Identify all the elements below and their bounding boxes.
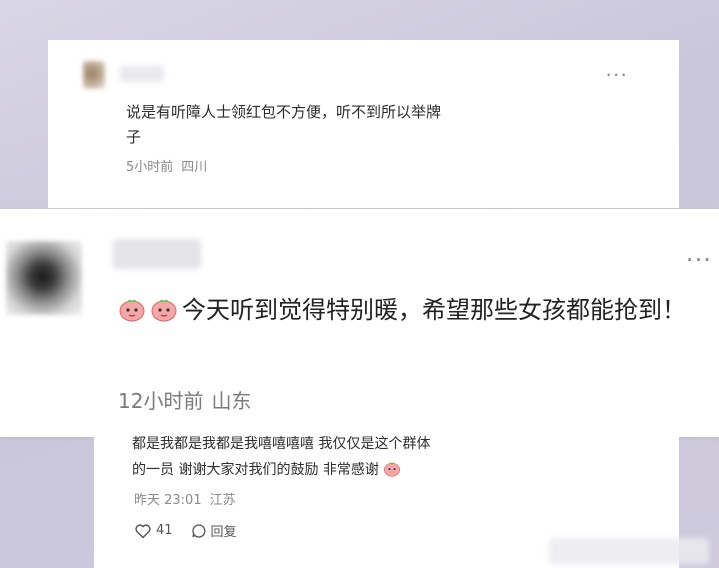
comment-time: 12小时前 <box>118 389 204 413</box>
reply-button[interactable]: 回复 <box>191 521 237 540</box>
comment-card-2: ··· 今天听到觉得特别暖，希望那些女孩都能抢到！ 12小时前 山东 <box>0 209 719 437</box>
reply-bubble-icon <box>191 523 205 538</box>
username-blurred[interactable] <box>113 239 201 269</box>
heart-icon <box>135 523 151 538</box>
comment-text: 的一员 谢谢大家对我们的鼓励 非常感谢 <box>132 462 379 478</box>
reply-label: 回复 <box>210 525 237 540</box>
comment-text: 说是有听障人士领红包不方便，听不到所以举牌子 <box>126 103 442 146</box>
like-count: 41 <box>156 523 173 538</box>
comment-location: 江苏 <box>209 493 236 508</box>
username-blurred[interactable] <box>120 66 164 82</box>
more-options-icon[interactable]: ··· <box>687 251 713 269</box>
avatar[interactable] <box>83 61 105 89</box>
comment-time: 5小时前 <box>126 160 174 175</box>
like-button[interactable]: 41 <box>134 523 173 539</box>
comment-actions: 41 回复 <box>134 521 255 540</box>
watermark-blurred <box>549 538 709 564</box>
comment-text-body: 今天听到觉得特别暖，希望那些女孩都能抢到！ <box>182 296 686 324</box>
comment-text-line-1: 都是我都是我都是我嘻嘻嘻嘻 我仅仅是这个群体 <box>132 436 431 452</box>
comment-time: 昨天 23:01 <box>134 493 202 508</box>
comment-location: 山东 <box>211 389 252 413</box>
peach-emoji-icon <box>384 462 401 477</box>
comment-text: 今天听到觉得特别暖，希望那些女孩都能抢到！ <box>118 291 716 329</box>
comment-card-1: ··· 说是有听障人士领红包不方便，听不到所以举牌子 5小时前 四川 <box>48 40 679 208</box>
comment-meta: 12小时前 山东 <box>118 385 259 414</box>
comment-text-line-2: 的一员 谢谢大家对我们的鼓励 非常感谢 <box>132 457 652 483</box>
avatar[interactable] <box>6 241 82 315</box>
more-options-icon[interactable]: ··· <box>606 68 629 82</box>
comment-location: 四川 <box>181 160 208 175</box>
comment-meta: 昨天 23:01 江苏 <box>134 489 244 508</box>
peach-emoji-icon <box>151 299 177 322</box>
comment-meta: 5小时前 四川 <box>126 156 215 175</box>
peach-emoji-icon <box>119 299 145 322</box>
